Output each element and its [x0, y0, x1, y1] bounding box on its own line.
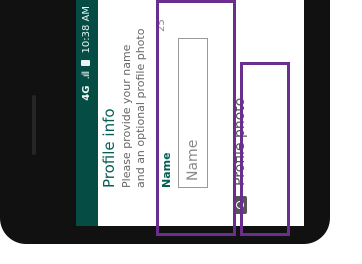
profile-photo-button[interactable]: Profile photo — [228, 98, 252, 214]
phone-screen: 4G .ıll 10:38 AM Profile info Please pro… — [76, 0, 304, 226]
network-type: 4G — [81, 85, 92, 101]
phone-side-key — [32, 95, 36, 155]
device-screenshot: 4G .ıll 10:38 AM Profile info Please pro… — [0, 0, 362, 264]
rotated-ui: 4G .ıll 10:38 AM Profile info Please pro… — [76, 0, 296, 226]
name-char-count: 25 — [156, 19, 167, 32]
name-input[interactable] — [178, 38, 208, 188]
signal-icon: .ıll — [81, 71, 92, 80]
status-bar: 4G .ıll 10:38 AM — [76, 0, 98, 226]
status-time: 10:38 AM — [81, 6, 92, 54]
battery-icon — [81, 59, 90, 66]
page-description: Please provide your name and an optional… — [120, 28, 147, 188]
name-label: Name — [160, 152, 173, 188]
profile-photo-label: Profile photo — [232, 97, 248, 186]
camera-icon — [233, 196, 247, 214]
page-title: Profile info — [100, 108, 118, 188]
